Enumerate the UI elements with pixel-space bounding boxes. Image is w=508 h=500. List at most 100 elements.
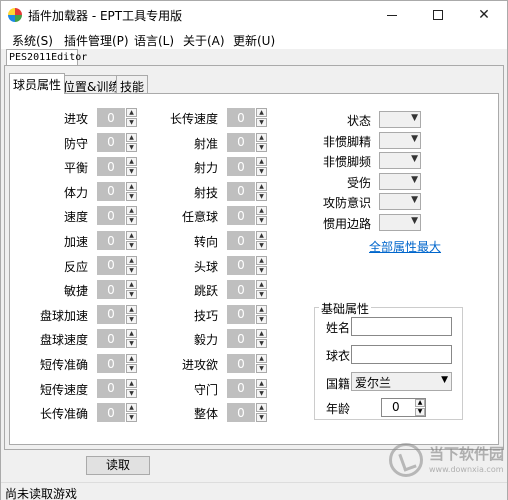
- increment-arrow-icon[interactable]: ▲: [126, 108, 137, 117]
- tab-skills[interactable]: 技能: [116, 75, 149, 94]
- mid-stat-stepper[interactable]: 0 ▲ ▼: [227, 181, 267, 201]
- mid-stat-stepper[interactable]: 0 ▲ ▼: [227, 378, 267, 398]
- decrement-arrow-icon[interactable]: ▼: [126, 167, 137, 177]
- mid-stat-stepper[interactable]: 0 ▲ ▼: [227, 255, 267, 275]
- decrement-arrow-icon[interactable]: ▼: [256, 241, 267, 250]
- increment-arrow-icon[interactable]: ▲: [256, 378, 267, 388]
- increment-arrow-icon[interactable]: ▲: [126, 231, 137, 240]
- decrement-arrow-icon[interactable]: ▼: [126, 265, 137, 275]
- decrement-arrow-icon[interactable]: ▼: [126, 364, 137, 373]
- mid-stat-stepper[interactable]: 0 ▲ ▼: [227, 280, 267, 300]
- increment-arrow-icon[interactable]: ▲: [126, 403, 137, 413]
- increment-arrow-icon[interactable]: ▲: [126, 157, 137, 167]
- increment-arrow-icon[interactable]: ▲: [126, 255, 137, 265]
- tab-player-attributes[interactable]: 球员属性: [9, 73, 66, 94]
- decrement-arrow-icon[interactable]: ▼: [415, 408, 425, 416]
- decrement-arrow-icon[interactable]: ▼: [256, 118, 267, 127]
- increment-arrow-icon[interactable]: ▲: [415, 399, 425, 407]
- mid-stat-stepper[interactable]: 0 ▲ ▼: [227, 329, 267, 349]
- left-stat-stepper[interactable]: 0 ▲ ▼: [97, 157, 137, 177]
- left-stat-stepper[interactable]: 0 ▲ ▼: [97, 181, 137, 201]
- left-stat-stepper[interactable]: 0 ▲ ▼: [97, 132, 137, 152]
- mid-stat-stepper[interactable]: 0 ▲ ▼: [227, 132, 267, 152]
- increment-arrow-icon[interactable]: ▲: [126, 132, 137, 142]
- mid-stat-stepper[interactable]: 0 ▲ ▼: [227, 354, 267, 373]
- decrement-arrow-icon[interactable]: ▼: [256, 388, 267, 398]
- tab-position-training[interactable]: 位置&训练: [59, 75, 125, 94]
- increment-arrow-icon[interactable]: ▲: [256, 329, 267, 339]
- decrement-arrow-icon[interactable]: ▼: [256, 191, 267, 201]
- decrement-arrow-icon[interactable]: ▼: [126, 216, 137, 226]
- decrement-arrow-icon[interactable]: ▼: [256, 290, 267, 300]
- left-stat-stepper[interactable]: 0 ▲ ▼: [97, 403, 137, 423]
- mid-stat-stepper[interactable]: 0 ▲ ▼: [227, 206, 267, 226]
- decrement-arrow-icon[interactable]: ▼: [256, 265, 267, 275]
- all-attributes-max-link[interactable]: 全部属性最大: [369, 238, 441, 255]
- mid-stat-stepper[interactable]: 0 ▲ ▼: [227, 403, 267, 423]
- decrement-arrow-icon[interactable]: ▼: [256, 216, 267, 226]
- increment-arrow-icon[interactable]: ▲: [256, 280, 267, 290]
- decrement-arrow-icon[interactable]: ▼: [126, 388, 137, 398]
- tab-pes2011editor[interactable]: PES2011Editor: [6, 49, 87, 66]
- attribute-dropdown[interactable]: ▼: [379, 152, 421, 170]
- increment-arrow-icon[interactable]: ▲: [256, 108, 267, 117]
- increment-arrow-icon[interactable]: ▲: [256, 403, 267, 413]
- left-stat-stepper[interactable]: 0 ▲ ▼: [97, 304, 137, 324]
- mid-stat-stepper[interactable]: 0 ▲ ▼: [227, 304, 267, 324]
- left-stat-stepper[interactable]: 0 ▲ ▼: [97, 280, 137, 300]
- menu-language[interactable]: 语言(L): [134, 32, 174, 49]
- menu-update[interactable]: 更新(U): [233, 32, 275, 49]
- decrement-arrow-icon[interactable]: ▼: [256, 314, 267, 324]
- increment-arrow-icon[interactable]: ▲: [126, 206, 137, 216]
- increment-arrow-icon[interactable]: ▲: [256, 354, 267, 363]
- increment-arrow-icon[interactable]: ▲: [256, 231, 267, 240]
- decrement-arrow-icon[interactable]: ▼: [126, 314, 137, 324]
- left-stat-stepper[interactable]: 0 ▲ ▼: [97, 108, 137, 127]
- increment-arrow-icon[interactable]: ▲: [256, 255, 267, 265]
- left-stat-stepper[interactable]: 0 ▲ ▼: [97, 231, 137, 250]
- increment-arrow-icon[interactable]: ▲: [256, 206, 267, 216]
- menu-system[interactable]: 系统(S): [12, 32, 53, 49]
- jersey-field[interactable]: [351, 345, 452, 364]
- increment-arrow-icon[interactable]: ▲: [126, 354, 137, 363]
- decrement-arrow-icon[interactable]: ▼: [126, 118, 137, 127]
- attribute-dropdown[interactable]: ▼: [379, 111, 421, 128]
- decrement-arrow-icon[interactable]: ▼: [256, 142, 267, 152]
- name-field[interactable]: [351, 317, 452, 336]
- increment-arrow-icon[interactable]: ▲: [256, 181, 267, 191]
- attribute-dropdown[interactable]: ▼: [379, 193, 421, 211]
- mid-stat-stepper[interactable]: 0 ▲ ▼: [227, 157, 267, 177]
- menu-plugin-manage[interactable]: 插件管理(P): [64, 32, 129, 49]
- increment-arrow-icon[interactable]: ▲: [126, 378, 137, 388]
- left-stat-stepper[interactable]: 0 ▲ ▼: [97, 206, 137, 226]
- decrement-arrow-icon[interactable]: ▼: [126, 142, 137, 152]
- left-stat-stepper[interactable]: 0 ▲ ▼: [97, 354, 137, 373]
- menu-about[interactable]: 关于(A): [183, 32, 225, 49]
- increment-arrow-icon[interactable]: ▲: [256, 304, 267, 314]
- maximize-button[interactable]: [415, 1, 461, 29]
- increment-arrow-icon[interactable]: ▲: [126, 280, 137, 290]
- decrement-arrow-icon[interactable]: ▼: [126, 290, 137, 300]
- increment-arrow-icon[interactable]: ▲: [256, 132, 267, 142]
- attribute-dropdown[interactable]: ▼: [379, 131, 421, 149]
- close-button[interactable]: ✕: [461, 1, 507, 29]
- decrement-arrow-icon[interactable]: ▼: [256, 364, 267, 373]
- attribute-dropdown[interactable]: ▼: [379, 214, 421, 231]
- increment-arrow-icon[interactable]: ▲: [126, 304, 137, 314]
- increment-arrow-icon[interactable]: ▲: [126, 181, 137, 191]
- mid-stat-stepper[interactable]: 0 ▲ ▼: [227, 231, 267, 250]
- increment-arrow-icon[interactable]: ▲: [126, 329, 137, 339]
- left-stat-stepper[interactable]: 0 ▲ ▼: [97, 255, 137, 275]
- increment-arrow-icon[interactable]: ▲: [256, 157, 267, 167]
- decrement-arrow-icon[interactable]: ▼: [126, 241, 137, 250]
- decrement-arrow-icon[interactable]: ▼: [126, 191, 137, 201]
- mid-stat-stepper[interactable]: 0 ▲ ▼: [227, 108, 267, 127]
- left-stat-stepper[interactable]: 0 ▲ ▼: [97, 378, 137, 398]
- age-stepper[interactable]: 0 ▲ ▼: [381, 398, 426, 417]
- decrement-arrow-icon[interactable]: ▼: [256, 167, 267, 177]
- decrement-arrow-icon[interactable]: ▼: [256, 413, 267, 423]
- decrement-arrow-icon[interactable]: ▼: [126, 413, 137, 423]
- decrement-arrow-icon[interactable]: ▼: [256, 339, 267, 349]
- minimize-button[interactable]: [369, 1, 415, 29]
- left-stat-stepper[interactable]: 0 ▲ ▼: [97, 329, 137, 349]
